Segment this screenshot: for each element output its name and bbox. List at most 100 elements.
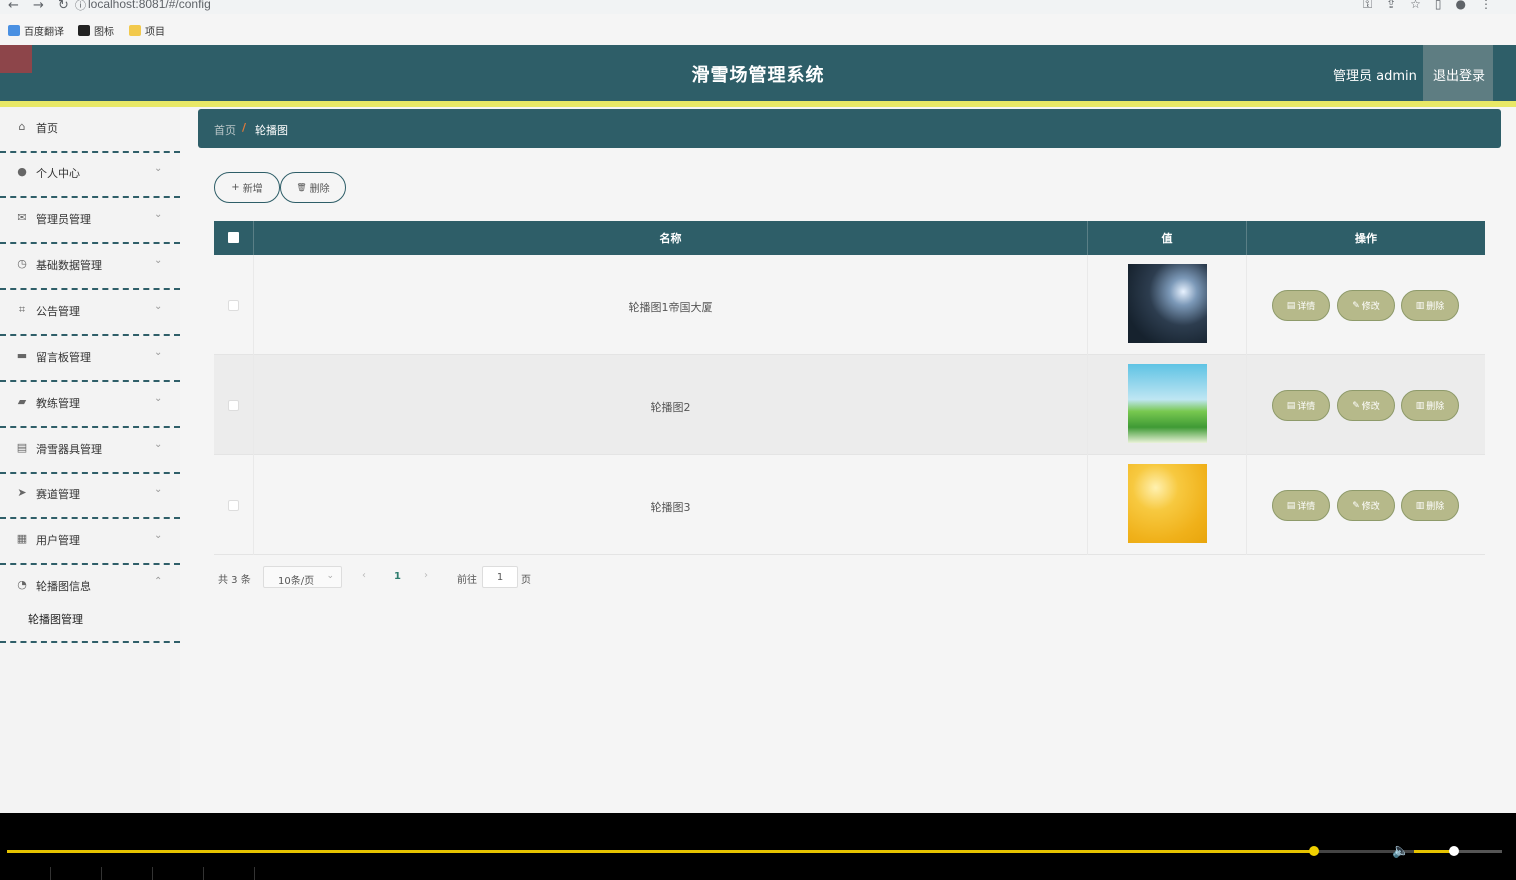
- add-button[interactable]: + 新增: [214, 172, 280, 203]
- bookmarks-bar: 百度翻译 图标 项目: [0, 14, 1516, 45]
- address-bar[interactable]: localhost:8081/#/config: [88, 0, 211, 11]
- detail-label: 详情: [1297, 402, 1316, 412]
- sidebar-item-label: 管理员管理: [36, 213, 91, 226]
- trash-icon: ▥: [1415, 300, 1425, 311]
- sidebar-item[interactable]: ⌗ 公告管理 ⌄: [0, 290, 180, 336]
- bookmark-baidu-translate[interactable]: 百度翻译: [8, 23, 64, 38]
- sidebar-item[interactable]: ⌂ 首页: [0, 107, 180, 153]
- seek-progress: [7, 850, 1314, 853]
- trash-icon: 🗑: [296, 183, 307, 192]
- chevron-down-icon: ⌄: [154, 393, 163, 404]
- clipboard-icon: ▦: [16, 532, 28, 545]
- volume-knob[interactable]: [1448, 846, 1459, 856]
- reload-icon[interactable]: ↻: [58, 0, 69, 13]
- row-checkbox[interactable]: [228, 500, 239, 511]
- detail-button[interactable]: ▤ 详情: [1272, 490, 1330, 521]
- sidebar-item[interactable]: ▤ 滑雪器具管理 ⌄: [0, 428, 180, 474]
- taskbar-dividers: [0, 867, 260, 880]
- edit-button[interactable]: ✎ 修改: [1337, 390, 1395, 421]
- select-all-checkbox[interactable]: [228, 232, 239, 243]
- row-name: 轮播图3: [650, 501, 691, 514]
- delete-button[interactable]: ▥ 删除: [1401, 490, 1459, 521]
- doc-icon: ▤: [1286, 400, 1296, 411]
- detail-button[interactable]: ▤ 详情: [1272, 290, 1330, 321]
- sidebar-item[interactable]: ✉ 管理员管理 ⌄: [0, 198, 180, 244]
- info-icon[interactable]: ⓘ: [75, 0, 86, 13]
- detail-button[interactable]: ▤ 详情: [1272, 390, 1330, 421]
- volume-icon[interactable]: 🔈: [1392, 843, 1409, 859]
- sidebar-item-label: 个人中心: [36, 167, 80, 180]
- sidebar-item[interactable]: ● 个人中心 ⌄: [0, 152, 180, 198]
- row-name: 轮播图2: [650, 401, 691, 414]
- chevron-down-icon: ⌄: [154, 255, 163, 266]
- goto-page-input[interactable]: 1: [482, 566, 518, 588]
- current-user: 管理员 admin: [1333, 69, 1417, 84]
- app-header: 滑雪场管理系统 管理员 admin 退出登录: [0, 45, 1516, 101]
- page-number[interactable]: 1: [394, 571, 401, 582]
- trash-icon: ▥: [1415, 500, 1425, 511]
- row-checkbox[interactable]: [228, 400, 239, 411]
- crop-icon: ⌗: [18, 303, 26, 316]
- edit-label: 修改: [1361, 402, 1380, 412]
- logout-label: 退出登录: [1433, 69, 1486, 84]
- table-header: 名称 值 操作: [214, 221, 1485, 255]
- logout-button[interactable]: 退出登录: [1423, 45, 1493, 101]
- sidebar-item[interactable]: ▰ 教练管理 ⌄: [0, 382, 180, 428]
- row-checkbox[interactable]: [228, 300, 239, 311]
- chevron-down-icon: ⌄: [326, 571, 334, 581]
- chevron-down-icon: ⌄: [154, 484, 163, 495]
- chevron-down-icon: ⌄: [154, 163, 163, 174]
- edit-button[interactable]: ✎ 修改: [1337, 290, 1395, 321]
- bookmark-icons[interactable]: 图标: [78, 23, 114, 38]
- sidebar-item-label: 赛道管理: [36, 488, 80, 501]
- chevron-down-icon: ⌄: [154, 530, 163, 541]
- goto-unit: 页: [521, 575, 531, 586]
- doc-icon: ▤: [1286, 500, 1296, 511]
- chevron-down-icon: ⌄: [154, 301, 163, 312]
- pencil-icon: ✎: [1352, 500, 1360, 511]
- clock-icon: ◔: [17, 578, 27, 591]
- sidebar-item[interactable]: ▬ 留言板管理 ⌄: [0, 336, 180, 382]
- delete-label: 删除: [1426, 402, 1445, 412]
- sidebar-item[interactable]: ➤ 赛道管理 ⌄: [0, 473, 180, 519]
- carousel-thumbnail[interactable]: [1128, 364, 1207, 443]
- carousel-thumbnail[interactable]: [1128, 264, 1207, 343]
- bookmark-project[interactable]: 项目: [129, 23, 165, 38]
- image-icon: [78, 25, 90, 36]
- column-name: 名称: [254, 221, 1088, 255]
- back-icon[interactable]: ←: [8, 0, 19, 13]
- sidebar-item-label: 用户管理: [36, 534, 80, 547]
- page-size-value: 10条/页: [278, 576, 315, 587]
- edit-button[interactable]: ✎ 修改: [1337, 490, 1395, 521]
- checkbox-cell: [214, 255, 254, 355]
- detail-label: 详情: [1297, 302, 1316, 312]
- browser-actions[interactable]: ⚿⇪☆▯●⋮: [1363, 0, 1506, 12]
- sidebar-subitem-carousel-manage[interactable]: 轮播图管理: [0, 597, 180, 643]
- checkbox-cell: [214, 355, 254, 455]
- carousel-thumbnail[interactable]: [1128, 464, 1207, 543]
- column-actions: 操作: [1355, 232, 1377, 245]
- sidebar-item-label: 留言板管理: [36, 351, 91, 364]
- sidebar-item[interactable]: ◷ 基础数据管理 ⌄: [0, 244, 180, 290]
- page-size-select[interactable]: 10条/页 ⌄: [263, 566, 342, 588]
- next-page-icon[interactable]: ›: [424, 570, 428, 581]
- pencil-icon: ✎: [1352, 400, 1360, 411]
- forward-icon[interactable]: →: [33, 0, 44, 13]
- delete-button[interactable]: ▥ 删除: [1401, 290, 1459, 321]
- sidebar-subitem-label: 轮播图管理: [28, 613, 83, 626]
- prev-page-icon[interactable]: ‹: [362, 570, 366, 581]
- mouse-cursor-highlight: [0, 45, 32, 73]
- sidebar-item-label: 首页: [36, 122, 58, 135]
- delete-button[interactable]: ▥ 删除: [1401, 390, 1459, 421]
- goto-label: 前往: [457, 575, 477, 586]
- bookmark-label: 图标: [94, 27, 114, 38]
- pencil-icon: ✎: [1352, 300, 1360, 311]
- chevron-down-icon: ⌄: [154, 347, 163, 358]
- chevron-down-icon: ⌄: [154, 209, 163, 220]
- table-row: 轮播图1帝国大厦 ▤ 详情 ✎ 修改 ▥ 删除: [214, 255, 1485, 355]
- breadcrumb-home[interactable]: 首页: [214, 122, 236, 138]
- sidebar-item[interactable]: ▦ 用户管理 ⌄: [0, 519, 180, 565]
- batch-delete-button[interactable]: 🗑 删除: [280, 172, 346, 203]
- sidebar-item-label: 公告管理: [36, 305, 80, 318]
- seek-knob[interactable]: [1308, 846, 1319, 856]
